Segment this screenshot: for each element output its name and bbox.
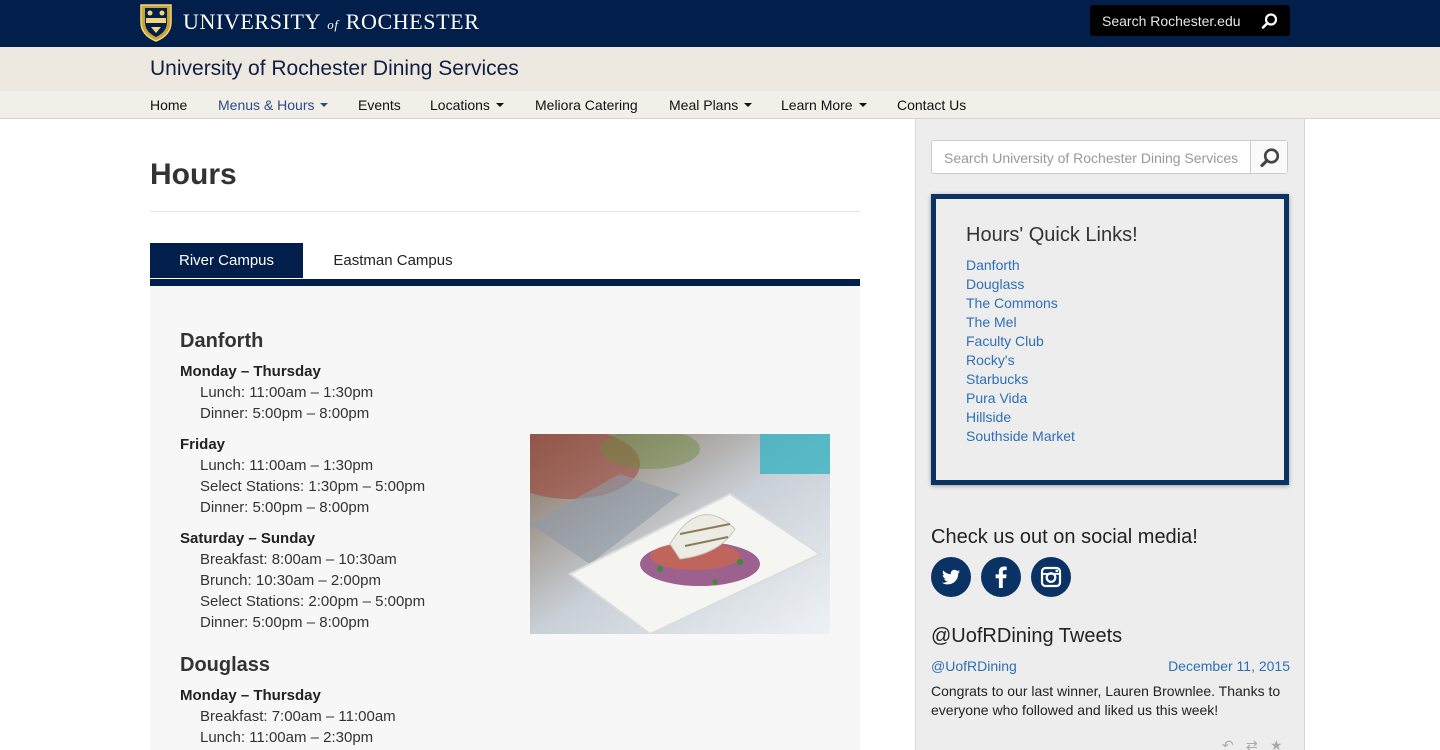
- schedule-days: Monday – Thursday: [180, 687, 321, 704]
- meal-hours: Breakfast: 8:00am – 10:30am: [200, 551, 397, 568]
- top-bar: UNIVERSITY of ROCHESTER Search Rochester…: [0, 0, 1440, 47]
- nav-item-label: Learn More: [781, 97, 853, 113]
- quick-link-pura-vida[interactable]: Pura Vida: [966, 390, 1027, 406]
- title-divider: [150, 211, 860, 212]
- nav-item-learn-more[interactable]: Learn More: [781, 97, 867, 113]
- quick-link-hillside[interactable]: Hillside: [966, 409, 1011, 425]
- nav-item-label: Home: [150, 97, 188, 113]
- nav-item-home[interactable]: Home: [150, 97, 187, 113]
- quick-link-starbucks[interactable]: Starbucks: [966, 371, 1028, 387]
- tweet-date-link[interactable]: December 11, 2015: [1166, 658, 1290, 674]
- meal-hours: Dinner: 5:00pm – 8:00pm: [200, 405, 370, 422]
- quick-link-faculty-club[interactable]: Faculty Club: [966, 333, 1044, 349]
- nav-item-contact-us[interactable]: Contact Us: [897, 97, 966, 113]
- facebook-icon[interactable]: [981, 557, 1021, 597]
- tab-label: River Campus: [178, 252, 275, 269]
- nav-item-label: Menus & Hours: [218, 97, 315, 113]
- tab-eastman-campus[interactable]: Eastman Campus: [303, 243, 483, 278]
- meal-hours: Select Stations: 2:00pm – 5:00pm: [200, 593, 426, 610]
- nav-item-locations[interactable]: Locations: [430, 97, 504, 113]
- quick-link-rockys[interactable]: Rocky's: [966, 352, 1015, 368]
- meal-hours: Lunch: 11:00am – 1:30pm: [200, 384, 374, 401]
- meal-hours: Brunch: 10:30am – 2:00pm: [200, 572, 381, 589]
- search-icon[interactable]: [1261, 12, 1279, 30]
- tweet-handle-link[interactable]: @UofRDining: [931, 658, 1017, 674]
- nav-item-meliora-catering[interactable]: Meliora Catering: [535, 97, 638, 113]
- location-heading-danforth: Danforth: [180, 330, 264, 352]
- nav-item-label: Contact Us: [897, 97, 967, 113]
- favorite-icon[interactable]: ★: [1270, 738, 1286, 750]
- nav-item-label: Events: [358, 97, 401, 113]
- quick-link-the-mel[interactable]: The Mel: [966, 314, 1017, 330]
- site-title[interactable]: University of Rochester Dining Services: [150, 57, 519, 81]
- tab-underline: [150, 279, 860, 286]
- university-logo[interactable]: UNIVERSITY of ROCHESTER: [135, 2, 479, 42]
- caret-down-icon: [858, 103, 867, 108]
- meal-hours: Lunch: 11:00am – 2:30pm: [200, 729, 374, 746]
- rochester-search-placeholder: Search Rochester.edu: [1102, 12, 1241, 29]
- search-icon: [1260, 148, 1280, 168]
- nav-item-label: Meal Plans: [669, 97, 739, 113]
- page-title: Hours: [150, 158, 237, 191]
- dining-search-placeholder: Search University of Rochester Dining Se…: [944, 150, 1239, 166]
- meal-hours: Dinner: 5:00pm – 8:00pm: [200, 499, 370, 516]
- meal-hours: Lunch: 11:00am – 1:30pm: [200, 457, 374, 474]
- quick-link-danforth[interactable]: Danforth: [966, 257, 1020, 273]
- schedule-days: Friday: [180, 436, 226, 453]
- main-nav: Home Menus & Hours Events Locations Meli…: [0, 91, 1440, 119]
- dining-search-input[interactable]: Search University of Rochester Dining Se…: [931, 140, 1288, 174]
- tweet-text: Congrats to our last winner, Lauren Brow…: [931, 683, 1281, 718]
- meal-hours: Dinner: 5:00pm – 8:00pm: [200, 614, 370, 631]
- wordmark-of: of: [327, 17, 339, 32]
- nav-item-menus-hours[interactable]: Menus & Hours: [218, 97, 329, 113]
- wordmark-university: UNIVERSITY: [183, 9, 321, 34]
- nav-item-events[interactable]: Events: [358, 97, 401, 113]
- food-photo: [530, 434, 830, 634]
- social-media-title: Check us out on social media!: [931, 526, 1198, 548]
- quick-link-douglass[interactable]: Douglass: [966, 276, 1024, 292]
- nav-item-label: Meliora Catering: [535, 97, 638, 113]
- university-wordmark: UNIVERSITY of ROCHESTER: [183, 9, 479, 35]
- nav-item-meal-plans[interactable]: Meal Plans: [669, 97, 753, 113]
- retweet-icon[interactable]: ⇄: [1246, 738, 1262, 750]
- nav-item-label: Locations: [430, 97, 490, 113]
- quick-link-the-commons[interactable]: The Commons: [966, 295, 1058, 311]
- schedule-days: Monday – Thursday: [180, 363, 321, 380]
- meal-hours: Select Stations: 1:30pm – 5:00pm: [200, 478, 426, 495]
- caret-down-icon: [320, 103, 329, 108]
- quick-links-title: Hours' Quick Links!: [966, 224, 1138, 246]
- quick-link-southside-market[interactable]: Southside Market: [966, 428, 1075, 444]
- instagram-icon[interactable]: [1031, 557, 1071, 597]
- schedule-days: Saturday – Sunday: [180, 530, 316, 547]
- tweet-actions: ↶ ⇄ ★: [1222, 738, 1286, 750]
- reply-icon[interactable]: ↶: [1222, 738, 1238, 750]
- location-heading-douglass: Douglass: [180, 654, 271, 676]
- caret-down-icon: [744, 103, 753, 108]
- tweets-title: @UofRDining Tweets: [931, 625, 1123, 647]
- dining-search-button[interactable]: [1250, 141, 1287, 173]
- university-seal-icon: [140, 4, 172, 42]
- tab-label: Eastman Campus: [333, 252, 453, 269]
- caret-down-icon: [495, 103, 504, 108]
- site-title-band: University of Rochester Dining Services: [0, 47, 1440, 91]
- meal-hours: Breakfast: 7:00am – 11:00am: [200, 708, 396, 725]
- rochester-search-input[interactable]: Search Rochester.edu: [1090, 5, 1290, 36]
- twitter-icon[interactable]: [931, 557, 971, 597]
- wordmark-rochester: ROCHESTER: [345, 9, 480, 34]
- tab-river-campus[interactable]: River Campus: [150, 243, 303, 278]
